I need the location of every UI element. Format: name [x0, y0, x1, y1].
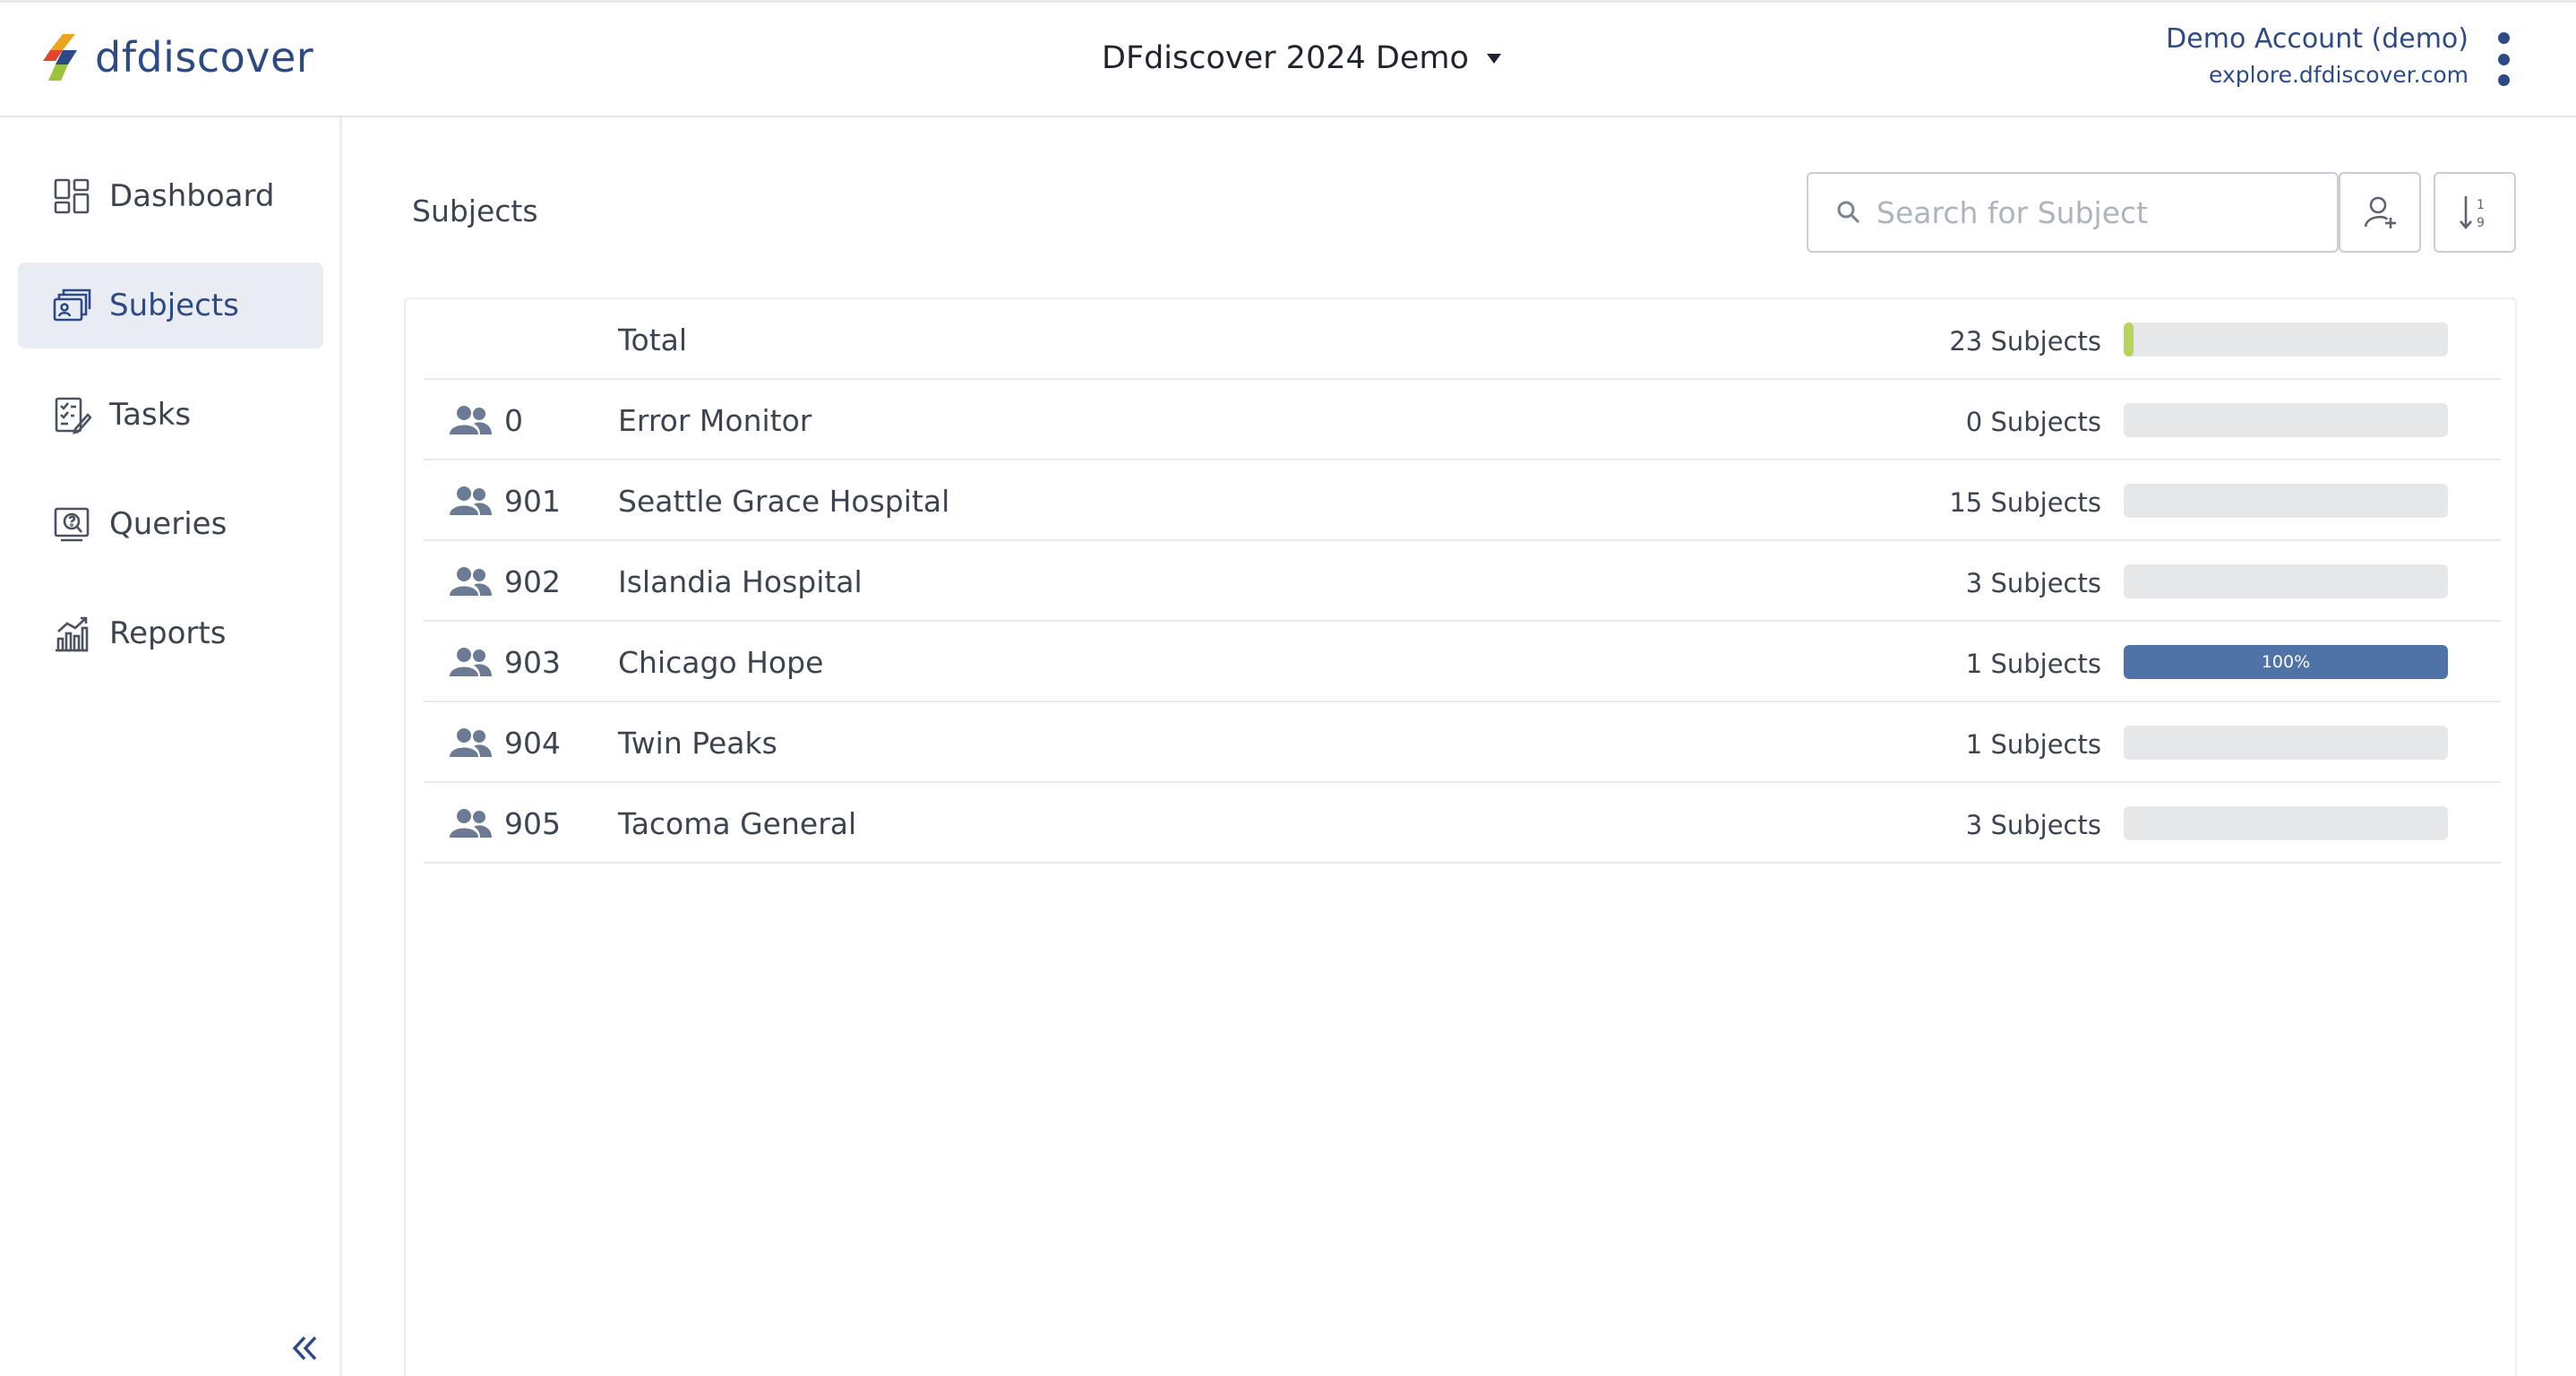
dfdiscover-logo-icon — [43, 34, 77, 81]
study-selector[interactable]: DFdiscover 2024 Demo — [1102, 36, 1501, 81]
svg-text:9: 9 — [2477, 216, 2485, 230]
table-row[interactable]: 903 Chicago Hope 1 Subjects 100% — [424, 622, 2501, 702]
site-id: 902 — [504, 564, 561, 599]
users-icon — [450, 728, 492, 757]
site-id: 905 — [504, 806, 561, 841]
sort-numeric-icon: 1 9 — [2460, 196, 2485, 230]
logo[interactable]: dfdiscover — [36, 30, 313, 84]
progress-bar — [2124, 484, 2448, 518]
users-icon — [450, 486, 492, 515]
sites-table: Total 23 Subjects 0 Error Monitor 0 Subj… — [404, 297, 2517, 1376]
add-user-icon — [2364, 196, 2396, 228]
site-id: 901 — [504, 484, 561, 519]
table-row[interactable]: 902 Islandia Hospital 3 Subjects — [424, 541, 2501, 622]
svg-text:1: 1 — [2477, 198, 2485, 212]
progress-fill — [2124, 322, 2134, 357]
sidebar-item-label: Subjects — [109, 288, 239, 323]
top-header: dfdiscover DFdiscover 2024 Demo Demo Acc… — [0, 0, 2576, 117]
account-name: Demo Account (demo) — [2166, 23, 2469, 55]
progress-label: 100% — [2261, 652, 2311, 672]
subject-count: 1 Subjects — [1965, 729, 2101, 760]
site-name: Twin Peaks — [618, 726, 777, 761]
site-name: Chicago Hope — [618, 645, 824, 680]
row-name: Total — [618, 322, 688, 357]
sidebar-item-label: Dashboard — [109, 178, 275, 214]
sidebar-item-dashboard[interactable]: Dashboard — [18, 153, 323, 239]
subject-count: 3 Subjects — [1965, 568, 2101, 598]
users-icon — [450, 809, 492, 838]
sidebar-item-queries[interactable]: Queries — [18, 481, 323, 567]
site-name: Error Monitor — [618, 403, 812, 438]
subject-count: 15 Subjects — [1949, 487, 2101, 518]
caret-down-icon — [1486, 53, 1501, 64]
site-name: Tacoma General — [618, 806, 857, 841]
progress-bar — [2124, 726, 2448, 760]
sidebar-item-label: Queries — [109, 506, 228, 542]
account-host: explore.dfdiscover.com — [2209, 62, 2469, 88]
search-box[interactable] — [1807, 172, 2339, 253]
app-window: dfdiscover DFdiscover 2024 Demo Demo Acc… — [0, 0, 2576, 1376]
search-input[interactable] — [1876, 194, 2324, 230]
site-id: 0 — [504, 403, 523, 438]
dashboard-icon — [52, 176, 91, 216]
site-name: Seattle Grace Hospital — [618, 484, 950, 519]
progress-bar — [2124, 322, 2448, 357]
table-row[interactable]: 905 Tacoma General 3 Subjects — [424, 783, 2501, 864]
logo-text: dfdiscover — [95, 33, 314, 82]
progress-bar — [2124, 403, 2448, 437]
double-chevron-left-icon — [292, 1336, 317, 1361]
sidebar-item-label: Tasks — [109, 397, 192, 433]
sidebar-item-label: Reports — [109, 615, 227, 651]
table-row-total[interactable]: Total 23 Subjects — [424, 299, 2501, 380]
subject-count: 1 Subjects — [1965, 649, 2101, 679]
reports-icon — [52, 614, 91, 653]
site-id: 904 — [504, 726, 561, 761]
site-name: Islandia Hospital — [618, 564, 863, 599]
queries-icon — [52, 504, 91, 544]
site-id: 903 — [504, 645, 561, 680]
sidebar-item-tasks[interactable]: Tasks — [18, 372, 323, 458]
table-row[interactable]: 0 Error Monitor 0 Subjects — [424, 380, 2501, 460]
sidebar-item-reports[interactable]: Reports — [18, 590, 323, 676]
sidebar-item-subjects[interactable]: Subjects — [18, 262, 323, 348]
more-options-icon[interactable] — [2490, 32, 2517, 86]
sidebar: Dashboard Subjects Tasks Queries Reports — [0, 117, 342, 1376]
users-icon — [450, 648, 492, 676]
progress-fill: 100% — [2124, 645, 2448, 679]
progress-bar: 100% — [2124, 645, 2448, 679]
tasks-icon — [52, 395, 91, 434]
users-icon — [450, 567, 492, 596]
table-row[interactable]: 901 Seattle Grace Hospital 15 Subjects — [424, 460, 2501, 541]
sort-button[interactable]: 1 9 — [2434, 172, 2516, 253]
table-row[interactable]: 904 Twin Peaks 1 Subjects — [424, 702, 2501, 783]
collapse-sidebar-button[interactable] — [285, 1329, 324, 1368]
search-icon — [1837, 201, 1860, 224]
subject-count: 3 Subjects — [1965, 810, 2101, 840]
subjects-icon — [52, 286, 91, 325]
users-icon — [450, 406, 492, 434]
account-info[interactable]: Demo Account (demo) explore.dfdiscover.c… — [2166, 23, 2469, 88]
progress-bar — [2124, 806, 2448, 840]
progress-bar — [2124, 564, 2448, 598]
add-subject-button-face[interactable] — [2339, 172, 2421, 253]
page-title: Subjects — [412, 194, 538, 228]
row-count: 23 Subjects — [1949, 326, 2101, 357]
study-title: DFdiscover 2024 Demo — [1102, 40, 1469, 76]
subject-count: 0 Subjects — [1965, 407, 2101, 437]
